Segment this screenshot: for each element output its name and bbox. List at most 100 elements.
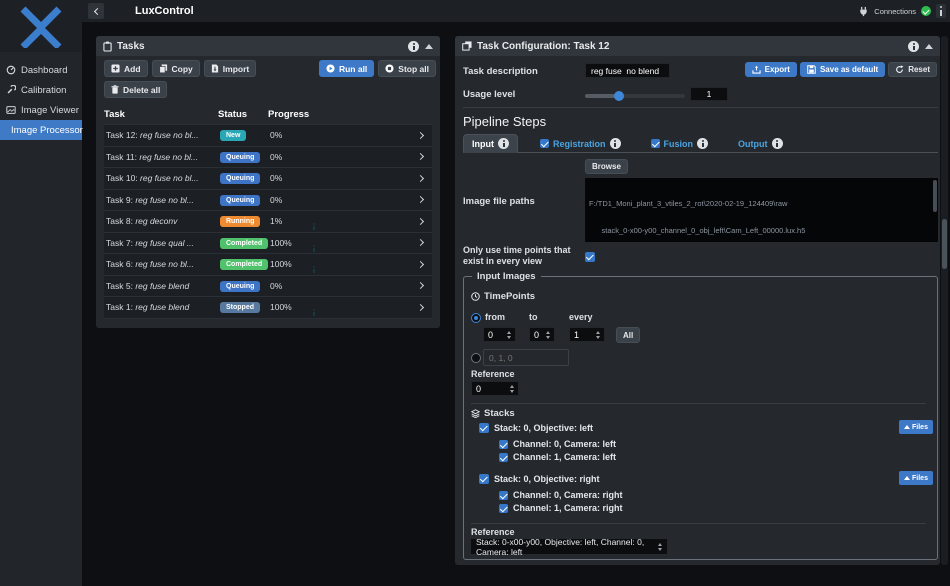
stack-group-row[interactable]: Stack: 0, Objective: right: [479, 474, 600, 484]
collapse-icon[interactable]: [425, 44, 433, 49]
clock-icon: [471, 292, 480, 301]
channel-row[interactable]: Channel: 0, Camera: left: [499, 439, 616, 449]
import-icon: [211, 64, 219, 73]
channel-label: Channel: 0, Camera: left: [513, 439, 616, 449]
chevron-right-icon[interactable]: [417, 239, 424, 246]
chevron-right-icon[interactable]: [417, 218, 424, 225]
stack-checkbox[interactable]: [479, 423, 489, 433]
usage-level-label: Usage level: [463, 89, 515, 100]
chevron-right-icon[interactable]: [417, 153, 424, 160]
to-stepper[interactable]: 0: [529, 327, 555, 342]
task-config-header[interactable]: Task Configuration: Task 12: [455, 36, 940, 56]
usage-level-slider[interactable]: [585, 94, 685, 98]
dashboard-icon: [6, 65, 16, 75]
chevron-right-icon[interactable]: [417, 304, 424, 311]
import-button[interactable]: Import: [204, 60, 256, 77]
tab-input[interactable]: Input: [463, 134, 518, 153]
scrollbar-thumb[interactable]: [942, 219, 947, 269]
from-value: 0: [488, 330, 493, 340]
stepper-arrows-icon[interactable]: [546, 331, 550, 339]
sidebar-item-image-viewer[interactable]: Image Viewer: [0, 100, 82, 120]
chevron-right-icon[interactable]: [417, 261, 424, 268]
pattern-radio[interactable]: [471, 353, 481, 363]
files-button[interactable]: Files: [899, 471, 933, 485]
status-icon[interactable]: [936, 4, 946, 18]
table-row[interactable]: Task 11: reg fuse no bl... Queuing 0%: [104, 147, 432, 169]
table-row[interactable]: Task 6: reg fuse no bl... Completed 100%: [104, 254, 432, 276]
files-button[interactable]: Files: [899, 420, 933, 434]
table-row[interactable]: Task 10: reg fuse no bl... Queuing 0%: [104, 168, 432, 190]
info-icon[interactable]: [772, 138, 783, 149]
channel-checkbox[interactable]: [499, 440, 508, 449]
stack-checkbox[interactable]: [479, 474, 489, 484]
reset-button-label: Reset: [908, 65, 930, 74]
table-row[interactable]: Task 1: reg fuse blend Stopped 100%: [104, 297, 432, 319]
delete-all-button[interactable]: Delete all: [104, 81, 167, 98]
only-use-timepoints-checkbox[interactable]: [585, 252, 595, 262]
stepper-arrows-icon[interactable]: [596, 331, 600, 339]
table-row[interactable]: Task 5: reg fuse blend Queuing 0%: [104, 276, 432, 298]
chevron-right-icon[interactable]: [417, 282, 424, 289]
paths-scrollbar-thumb[interactable]: [933, 180, 937, 212]
image-file-paths-box[interactable]: F:/TD1_Moni_plant_3_vtiles_2_rot\2020-02…: [585, 178, 938, 242]
info-icon[interactable]: [908, 41, 919, 52]
file-path-line: stack_0-x00-y00_channel_0_obj_left\Cam_L…: [589, 226, 938, 235]
table-row[interactable]: Task 9: reg fuse no bl... Queuing 0%: [104, 190, 432, 212]
every-value: 1: [574, 330, 579, 340]
stepper-arrows-icon[interactable]: [507, 331, 511, 339]
stepper-arrows-icon[interactable]: [510, 385, 514, 393]
chevron-right-icon[interactable]: [417, 175, 424, 182]
reset-button[interactable]: Reset: [888, 62, 937, 77]
copy-button[interactable]: Copy: [152, 60, 200, 77]
channel-row[interactable]: Channel: 1, Camera: right: [499, 503, 623, 513]
stop-all-button[interactable]: Stop all: [378, 60, 436, 77]
usage-level-input[interactable]: [690, 87, 728, 101]
tab-output[interactable]: Output: [730, 135, 791, 152]
table-row[interactable]: Task 8: reg deconv Running 1%: [104, 211, 432, 233]
channel-row[interactable]: Channel: 1, Camera: left: [499, 452, 616, 462]
sidebar-item-image-processor[interactable]: Image Processor: [0, 120, 82, 140]
info-icon[interactable]: [498, 138, 509, 149]
range-radio[interactable]: [471, 313, 481, 323]
tab-fusion[interactable]: Fusion: [643, 135, 717, 152]
table-row[interactable]: Task 7: reg fuse qual ... Completed 100%: [104, 233, 432, 255]
tab-registration[interactable]: Registration: [532, 135, 629, 152]
export-button[interactable]: Export: [745, 62, 797, 77]
fusion-checkbox[interactable]: [651, 139, 660, 148]
reference-stepper[interactable]: 0: [471, 381, 519, 396]
browse-button[interactable]: Browse: [585, 159, 628, 174]
task-description-input[interactable]: [585, 63, 670, 78]
status-badge: Running: [220, 216, 260, 227]
registration-checkbox[interactable]: [540, 139, 549, 148]
pattern-input[interactable]: [483, 349, 569, 366]
chevron-right-icon[interactable]: [417, 196, 424, 203]
channel-checkbox[interactable]: [499, 491, 508, 500]
stack-reference-select[interactable]: Stack: 0-x00-y00, Objective: left, Chann…: [471, 539, 667, 554]
add-button[interactable]: Add: [104, 60, 148, 77]
table-row[interactable]: Task 12: reg fuse no bl... New 0%: [104, 125, 432, 147]
save-as-default-button[interactable]: Save as default: [800, 62, 885, 77]
from-stepper[interactable]: 0: [483, 327, 516, 342]
back-button[interactable]: [88, 3, 104, 19]
tasks-panel-header[interactable]: Tasks: [96, 36, 440, 56]
trash-icon: [111, 85, 119, 94]
stack-group-row[interactable]: Stack: 0, Objective: left: [479, 423, 593, 433]
progress-value: 1%: [270, 216, 308, 226]
status-badge: Queuing: [220, 152, 260, 163]
slider-handle[interactable]: [614, 91, 624, 101]
every-stepper[interactable]: 1: [569, 327, 605, 342]
all-button[interactable]: All: [616, 327, 640, 343]
input-images-fieldset: Input Images TimePoints from to every 0 …: [463, 276, 938, 560]
info-icon[interactable]: [408, 41, 419, 52]
info-icon[interactable]: [697, 138, 708, 149]
run-all-button[interactable]: Run all: [319, 60, 374, 77]
info-icon[interactable]: [610, 138, 621, 149]
channel-row[interactable]: Channel: 0, Camera: right: [499, 490, 623, 500]
channel-checkbox[interactable]: [499, 453, 508, 462]
sidebar-item-dashboard[interactable]: Dashboard: [0, 60, 82, 80]
config-scrollbar[interactable]: [941, 36, 948, 565]
channel-checkbox[interactable]: [499, 504, 508, 513]
collapse-icon[interactable]: [925, 44, 933, 49]
chevron-right-icon[interactable]: [417, 132, 424, 139]
sidebar-item-calibration[interactable]: Calibration: [0, 80, 82, 100]
